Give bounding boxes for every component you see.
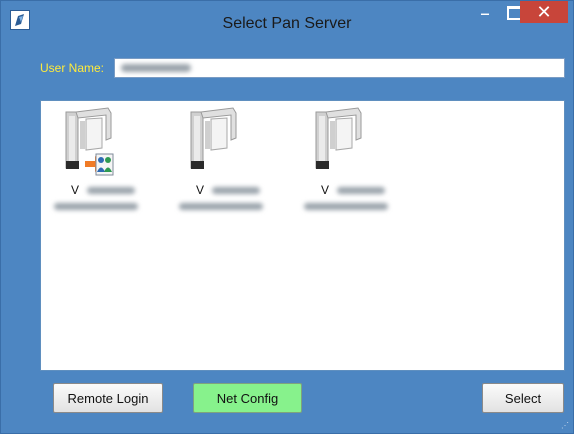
remote-login-button[interactable]: Remote Login [53, 383, 163, 413]
server-name-prefix: V [71, 183, 80, 197]
redacted-server-address [179, 203, 263, 210]
remote-users-badge-icon [85, 153, 114, 176]
redacted-username [121, 64, 191, 72]
redacted-server-address [54, 203, 138, 210]
close-button[interactable]: ✕ [520, 1, 568, 23]
user-name-label: User Name: [40, 61, 105, 75]
server-item[interactable]: V [42, 103, 147, 218]
pan-server-window: Select Pan Server – ✕ User Name: V V V R… [0, 0, 574, 434]
select-button[interactable]: Select [482, 383, 564, 413]
redacted-server-name [337, 187, 385, 194]
net-config-button[interactable]: Net Config [193, 383, 302, 413]
title-bar[interactable]: Select Pan Server – ✕ [1, 1, 573, 39]
user-name-field[interactable] [114, 58, 565, 78]
redacted-server-name [87, 187, 135, 194]
pan-scanner-icon [314, 103, 366, 175]
redacted-server-address [304, 203, 388, 210]
server-name-prefix: V [321, 183, 330, 197]
server-item[interactable]: V [167, 103, 272, 218]
redacted-server-name [212, 187, 260, 194]
pan-scanner-icon [189, 103, 241, 175]
server-item[interactable]: V [292, 103, 397, 218]
server-list[interactable]: V V V [40, 100, 565, 371]
resize-grip-icon[interactable]: ⋰ [561, 421, 569, 430]
close-icon: ✕ [536, 1, 552, 23]
minimize-icon: – [480, 1, 490, 25]
server-name-prefix: V [196, 183, 205, 197]
